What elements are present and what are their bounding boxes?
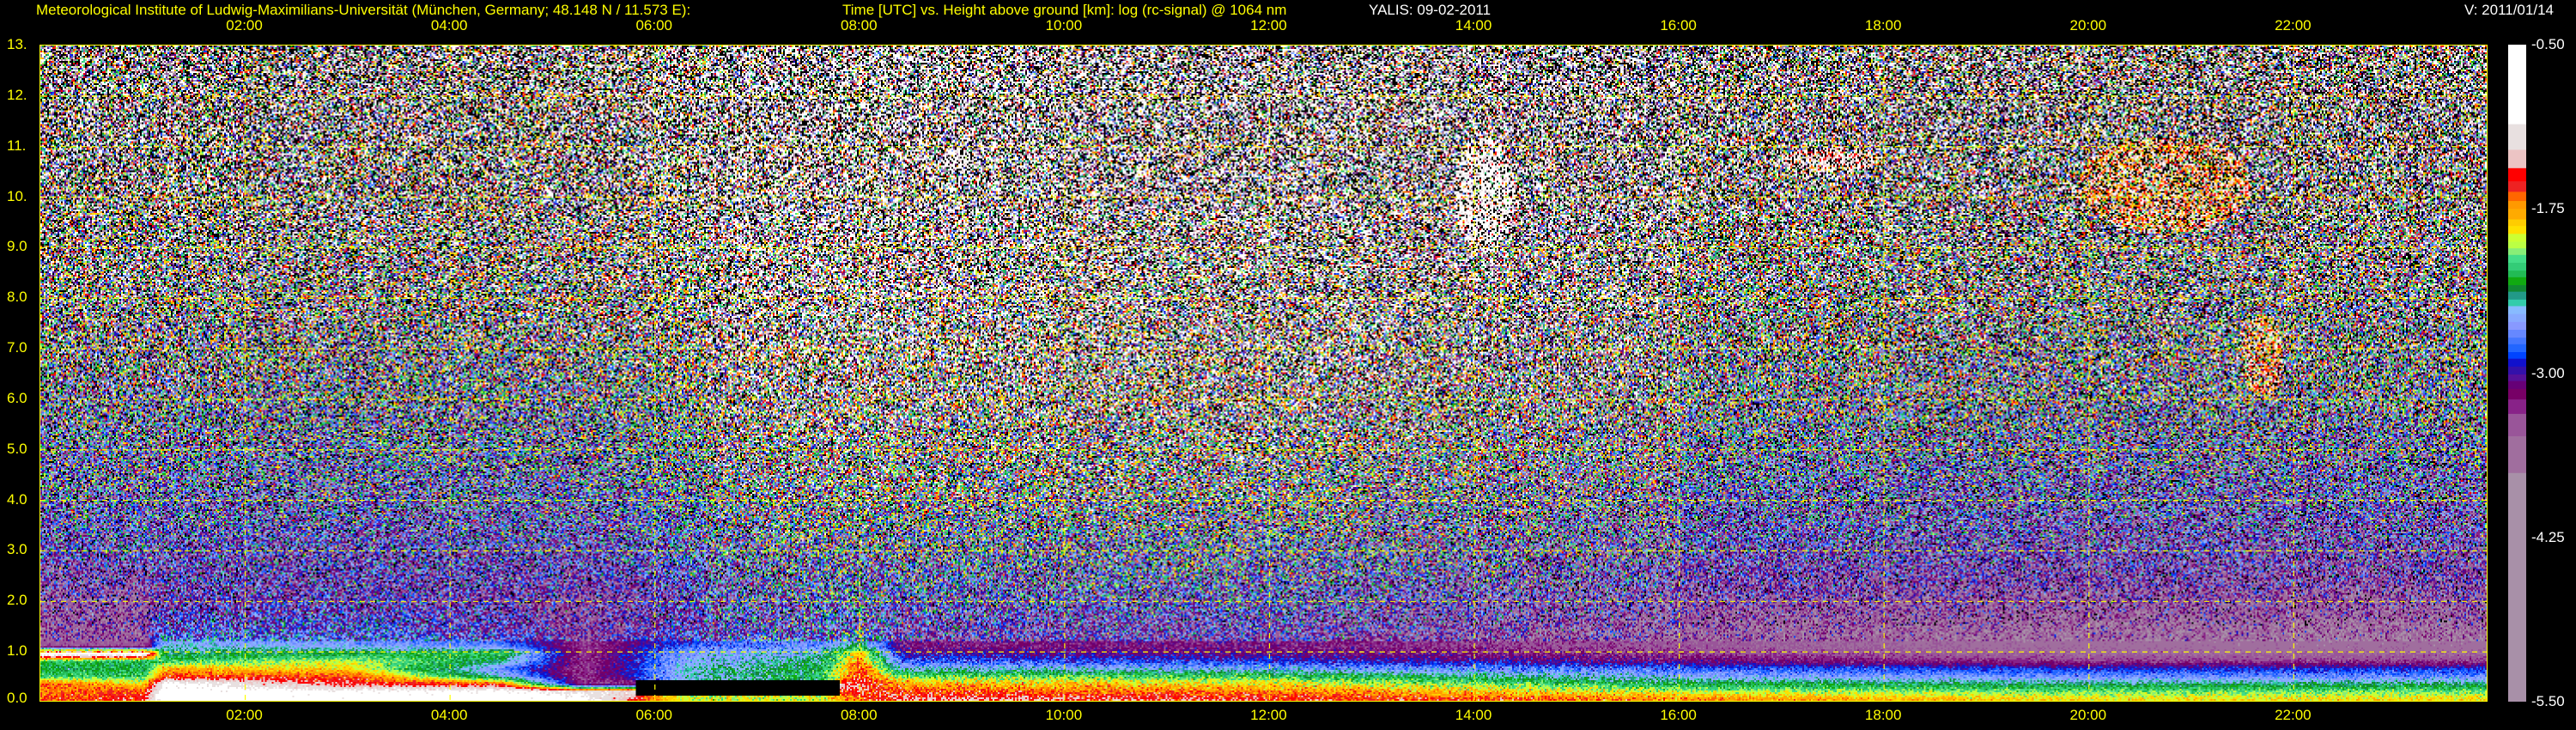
x-tick-label: 12:00 [1250,17,1287,33]
plot-description: Time [UTC] vs. Height above ground [km]:… [842,2,1287,18]
y-tick-label: 13. [7,36,27,52]
colorbar-segment [2508,248,2526,256]
x-tick-label: 12:00 [1250,707,1287,723]
x-tick-label: 18:00 [1864,17,1902,33]
x-tick-label: 20:00 [2069,17,2107,33]
colorbar-tick-label: -5.50 [2531,693,2565,709]
y-tick-label: 4.0 [7,490,27,508]
colorbar-segment [2508,352,2526,360]
time-height-heatmap [39,45,2488,702]
x-tick-label: 08:00 [841,17,878,33]
colorbar-segment [2508,366,2526,375]
colorbar-segment [2508,374,2526,382]
colorbar-segment [2508,226,2526,234]
y-tick-label: 9.0 [7,238,27,255]
colorbar-segment [2508,149,2526,169]
x-tick-label: 22:00 [2275,707,2312,723]
colorbar-tick-label: -3.00 [2531,364,2565,381]
colorbar-segment [2508,254,2526,264]
colorbar-segment [2508,201,2526,210]
colorbar-segment [2508,181,2526,192]
y-tick-label: 5.0 [7,440,27,457]
colorbar-segment [2508,291,2526,301]
grid-lines [40,46,2487,701]
y-tick-label: 10. [7,187,27,204]
x-tick-label: 02:00 [226,707,263,723]
colorbar-segment [2508,271,2526,278]
colorbar-segment [2508,413,2526,437]
colorbar-segment [2508,241,2526,249]
colorbar-segment [2508,344,2526,353]
colorbar-segment [2508,472,2526,702]
colorbar-segment [2508,380,2526,390]
colorbar-segment [2508,277,2526,286]
colorbar-segment [2508,330,2526,338]
colorbar-segment [2508,167,2526,182]
colorbar-segment [2508,321,2526,331]
colorbar-segment [2508,219,2526,227]
colorbar-segment [2508,45,2526,125]
colorbar-segment [2508,284,2526,293]
y-tick-label: 3.0 [7,541,27,558]
colorbar-segment [2508,234,2526,242]
y-tick-label: 6.0 [7,389,27,406]
x-tick-label: 14:00 [1455,17,1492,33]
x-tick-label: 08:00 [841,707,878,723]
colorbar-segment [2508,313,2526,323]
x-tick-label: 04:00 [430,17,468,33]
x-tick-label: 06:00 [635,707,672,723]
x-tick-label: 10:00 [1045,707,1083,723]
x-tick-label: 16:00 [1660,17,1697,33]
institute-title: Meteorological Institute of Ludwig-Maxim… [36,2,691,18]
colorbar-tick-label: -0.50 [2531,36,2565,52]
x-tick-label: 20:00 [2069,707,2107,723]
y-tick-label: 11. [7,137,27,154]
instrument-date: YALIS: 09-02-2011 [1369,2,1492,18]
y-tick-label: 7.0 [7,339,27,356]
x-tick-label: 10:00 [1045,17,1083,33]
version-label: V: 2011/01/14 [2464,2,2554,18]
colorbar-segment [2508,306,2526,315]
colorbar-segment [2508,435,2526,474]
x-tick-label: 18:00 [1864,707,1902,723]
colorbar-segment [2508,399,2526,415]
x-tick-label: 22:00 [2275,17,2312,33]
colorbar-segment [2508,299,2526,307]
y-tick-label: 8.0 [7,289,27,306]
y-tick-label: 0.0 [7,690,27,706]
x-tick-label: 02:00 [226,17,263,33]
colorbar-segment [2508,124,2526,150]
colorbar-segment [2508,262,2526,271]
x-tick-label: 16:00 [1660,707,1697,723]
colorbar-tick-label: -1.75 [2531,200,2565,217]
y-tick-label: 2.0 [7,592,27,609]
x-tick-label: 14:00 [1455,707,1492,723]
colorbar-segment [2508,192,2526,202]
colorbar-segment [2508,388,2526,400]
colorbar-segment [2508,338,2526,345]
colorbar-tick-label: -4.25 [2531,528,2565,545]
x-tick-label: 04:00 [430,707,468,723]
colorbar [2508,45,2526,702]
colorbar-segment [2508,358,2526,368]
x-tick-label: 06:00 [635,17,672,33]
y-tick-label: 1.0 [7,642,27,660]
colorbar-segment [2508,209,2526,220]
y-tick-label: 12. [7,86,27,103]
